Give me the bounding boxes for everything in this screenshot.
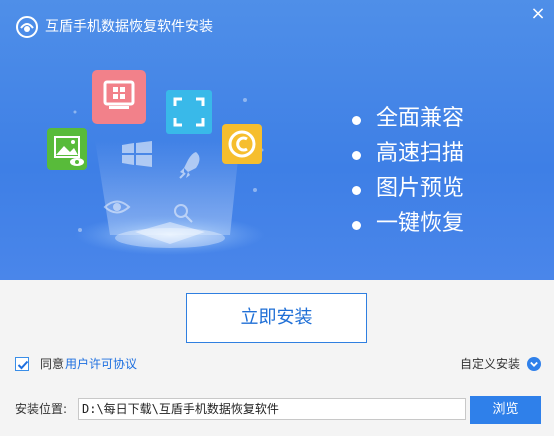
bullet-dot-icon xyxy=(352,116,361,125)
license-agreement-link[interactable]: 用户许可协议 xyxy=(65,357,137,371)
bullet-dot-icon xyxy=(352,221,361,230)
rocket-icon xyxy=(179,152,200,179)
copyright-icon xyxy=(222,124,262,164)
agreement-checkbox[interactable] xyxy=(15,357,29,371)
browse-button[interactable]: 浏览 xyxy=(470,396,541,424)
image-icon xyxy=(47,128,87,170)
agreement-label: 同意 xyxy=(40,357,65,371)
hero-banner: 互盾手机数据恢复软件安装 × 全面兼容 高速扫描 图片预览 一键恢复 xyxy=(0,0,554,280)
feature-item: 全面兼容 xyxy=(350,104,464,139)
feature-list: 全面兼容 高速扫描 图片预览 一键恢复 xyxy=(350,104,464,244)
magnifier-icon xyxy=(174,204,193,223)
checkmark-icon xyxy=(17,360,29,370)
feature-label: 高速扫描 xyxy=(376,141,465,166)
computer-windows-icon xyxy=(92,70,146,124)
feature-label: 全面兼容 xyxy=(376,106,465,131)
windows-icon xyxy=(122,141,152,167)
feature-item: 一键恢复 xyxy=(350,209,464,244)
feature-item: 图片预览 xyxy=(350,174,464,209)
feature-label: 图片预览 xyxy=(376,176,465,201)
feature-label: 一键恢复 xyxy=(376,211,465,236)
chevron-down-circle-icon[interactable] xyxy=(527,357,541,371)
install-path-label: 安装位置: xyxy=(15,402,68,416)
bullet-dot-icon xyxy=(352,151,361,160)
close-button[interactable]: × xyxy=(528,4,548,24)
bullet-dot-icon xyxy=(352,186,361,195)
install-path-input[interactable]: D:\每日下载\互盾手机数据恢复软件 xyxy=(78,398,466,420)
eye-icon xyxy=(103,200,131,214)
custom-install-link[interactable]: 自定义安装 xyxy=(460,357,520,371)
scan-icon xyxy=(166,90,212,134)
feature-item: 高速扫描 xyxy=(350,139,464,174)
install-now-button[interactable]: 立即安装 xyxy=(186,293,367,343)
